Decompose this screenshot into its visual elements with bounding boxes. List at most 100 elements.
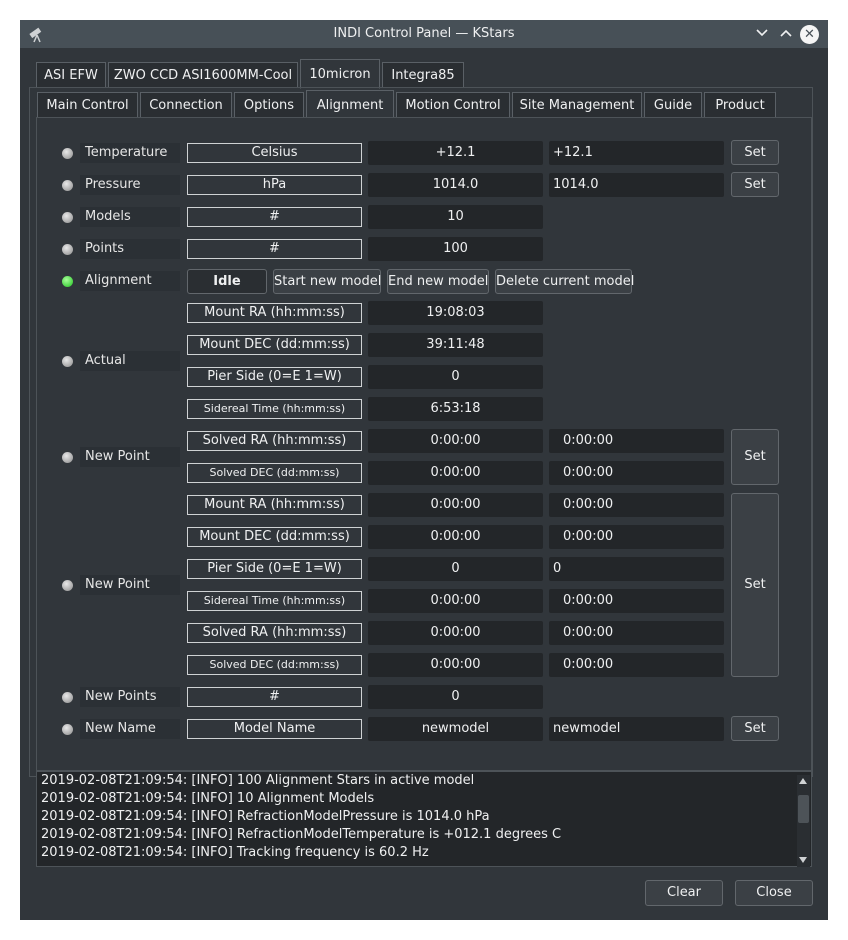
new-points-status-light [62, 692, 73, 703]
pressure-name: Pressure [80, 175, 180, 195]
start-new-model-button[interactable]: Start new model [273, 269, 381, 294]
new-point-1-solved-ra-label: Solved RA (hh:mm:ss) [187, 431, 362, 451]
models-value: 10 [368, 205, 543, 229]
model-name-input[interactable]: newmodel [549, 717, 724, 741]
new-point-1-solved-dec-value: 0:00:00 [368, 461, 543, 485]
log-scrollbar[interactable] [797, 775, 810, 867]
new-point-2-mount-ra-value: 0:00:00 [368, 493, 543, 517]
minimize-button[interactable] [752, 24, 772, 44]
close-icon: ✕ [804, 27, 815, 42]
actual-pier-side-label: Pier Side (0=E 1=W) [187, 367, 362, 387]
new-point-2-mount-ra-label: Mount RA (hh:mm:ss) [187, 495, 362, 515]
tab-connection[interactable]: Connection [140, 92, 232, 118]
actual-status-light [62, 356, 73, 367]
new-point-1-solved-dec-input[interactable]: 0:00:00 [549, 461, 724, 485]
temperature-value: +12.1 [368, 141, 543, 165]
new-point-2-solved-dec-label: Solved DEC (dd:mm:ss) [187, 655, 362, 675]
tab-main-control[interactable]: Main Control [37, 92, 138, 118]
close-button[interactable]: Close [735, 880, 813, 906]
points-name: Points [80, 239, 180, 259]
log-line: 2019-02-08T21:09:54: [INFO] Tracking fre… [41, 845, 429, 860]
new-points-label: # [187, 687, 362, 707]
scroll-down-arrow-icon[interactable] [799, 857, 807, 863]
new-points-name: New Points [80, 687, 180, 707]
actual-mount-ra-value: 19:08:03 [368, 301, 543, 325]
scroll-thumb[interactable] [798, 795, 809, 823]
new-name-name: New Name [80, 719, 180, 739]
tab-10micron[interactable]: 10micron [300, 59, 380, 89]
message-log[interactable]: 2019-02-08T21:09:54: [INFO] 100 Alignmen… [36, 771, 812, 867]
new-point-2-pier-side-input[interactable]: 0 [549, 557, 724, 581]
new-point-2-pier-side-value: 0 [368, 557, 543, 581]
new-point-2-mount-ra-input[interactable]: 0:00:00 [549, 493, 724, 517]
pressure-label: hPa [187, 175, 362, 195]
window-title: INDI Control Panel — KStars [333, 26, 515, 41]
actual-pier-side-value: 0 [368, 365, 543, 389]
log-line: 2019-02-08T21:09:54: [INFO] 100 Alignmen… [41, 773, 475, 788]
temperature-input[interactable]: +12.1 [549, 141, 724, 165]
delete-current-model-button[interactable]: Delete current model [495, 269, 634, 294]
tab-product[interactable]: Product [704, 92, 776, 118]
new-point-1-status-light [62, 452, 73, 463]
new-point-1-set-button[interactable]: Set [731, 429, 779, 485]
pressure-status-light [62, 180, 73, 191]
chevron-up-icon [780, 29, 792, 37]
temperature-set-button[interactable]: Set [731, 140, 779, 165]
tab-asi-efw[interactable]: ASI EFW [36, 62, 106, 88]
scroll-up-arrow-icon[interactable] [799, 778, 807, 784]
new-point-2-sidereal-time-label: Sidereal Time (hh:mm:ss) [187, 591, 362, 611]
maximize-button[interactable] [776, 24, 796, 44]
tab-options[interactable]: Options [234, 92, 304, 118]
new-point-2-sidereal-time-input[interactable]: 0:00:00 [549, 589, 724, 613]
new-point-2-mount-dec-value: 0:00:00 [368, 525, 543, 549]
new-point-2-status-light [62, 580, 73, 591]
alignment-name: Alignment [80, 271, 180, 291]
models-label: # [187, 207, 362, 227]
pressure-input[interactable]: 1014.0 [549, 173, 724, 197]
new-point-1-solved-dec-label: Solved DEC (dd:mm:ss) [187, 463, 362, 483]
new-point-2-solved-ra-value: 0:00:00 [368, 621, 543, 645]
chevron-down-icon [756, 29, 768, 37]
new-point-2-solved-ra-input[interactable]: 0:00:00 [549, 621, 724, 645]
new-point-2-solved-dec-input[interactable]: 0:00:00 [549, 653, 724, 677]
idle-button[interactable]: Idle [187, 269, 267, 294]
model-name-value: newmodel [368, 717, 543, 741]
points-label: # [187, 239, 362, 259]
models-name: Models [80, 207, 180, 227]
new-point-2-pier-side-label: Pier Side (0=E 1=W) [187, 559, 362, 579]
tab-motion-control[interactable]: Motion Control [396, 92, 510, 118]
tab-integra85[interactable]: Integra85 [382, 62, 464, 88]
points-status-light [62, 244, 73, 255]
log-line: 2019-02-08T21:09:54: [INFO] 10 Alignment… [41, 791, 375, 806]
new-point-2-mount-dec-label: Mount DEC (dd:mm:ss) [187, 527, 362, 547]
temperature-status-light [62, 148, 73, 159]
points-value: 100 [368, 237, 543, 261]
new-name-set-button[interactable]: Set [731, 716, 779, 741]
pressure-value: 1014.0 [368, 173, 543, 197]
new-point-2-solved-dec-value: 0:00:00 [368, 653, 543, 677]
new-point-2-set-button[interactable]: Set [731, 493, 779, 677]
new-point-2-name: New Point [80, 575, 180, 595]
actual-mount-dec-label: Mount DEC (dd:mm:ss) [187, 335, 362, 355]
new-point-1-solved-ra-input[interactable]: 0:00:00 [549, 429, 724, 453]
alignment-status-light [62, 276, 73, 287]
log-line: 2019-02-08T21:09:54: [INFO] RefractionMo… [41, 827, 562, 842]
model-name-label: Model Name [187, 719, 362, 739]
new-point-1-solved-ra-value: 0:00:00 [368, 429, 543, 453]
end-new-model-button[interactable]: End new model [387, 269, 489, 294]
actual-mount-dec-value: 39:11:48 [368, 333, 543, 357]
clear-button[interactable]: Clear [645, 880, 723, 906]
temperature-name: Temperature [80, 143, 180, 163]
pressure-set-button[interactable]: Set [731, 172, 779, 197]
new-point-2-mount-dec-input[interactable]: 0:00:00 [549, 525, 724, 549]
actual-name: Actual [80, 351, 180, 371]
close-window-button[interactable]: ✕ [800, 25, 819, 44]
models-status-light [62, 212, 73, 223]
tab-alignment[interactable]: Alignment [306, 90, 394, 119]
log-line: 2019-02-08T21:09:54: [INFO] RefractionMo… [41, 809, 490, 824]
actual-sidereal-time-value: 6:53:18 [368, 397, 543, 421]
new-point-1-name: New Point [80, 447, 180, 467]
tab-guide[interactable]: Guide [644, 92, 702, 118]
tab-site-management[interactable]: Site Management [512, 92, 642, 118]
tab-zwo-ccd[interactable]: ZWO CCD ASI1600MM-Cool [108, 62, 298, 88]
